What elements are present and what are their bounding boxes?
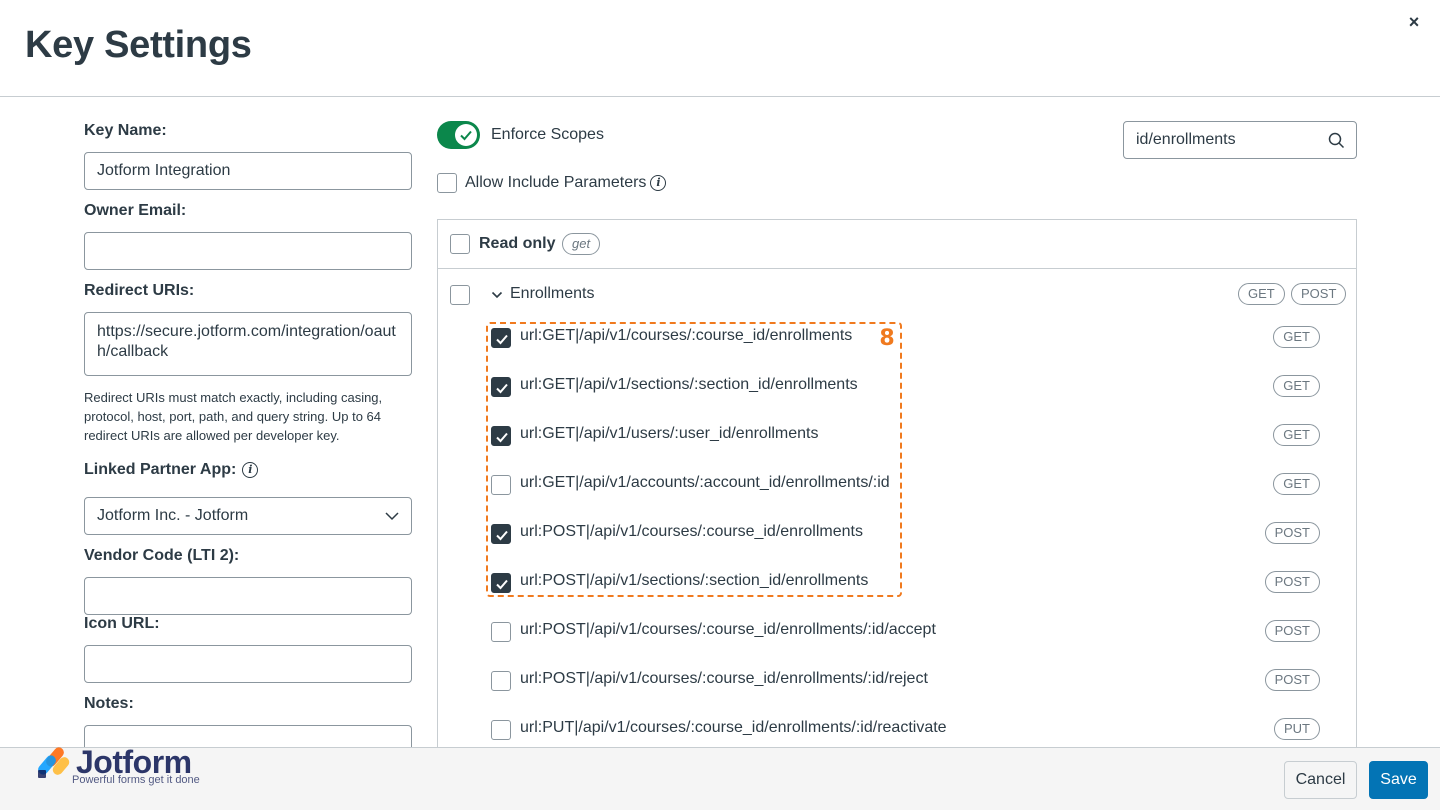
scope-method-pill: PUT [1274, 718, 1320, 740]
scope-checkbox[interactable] [491, 622, 511, 642]
close-icon[interactable]: × [1404, 12, 1424, 32]
modal-title: Key Settings [25, 24, 252, 66]
scope-method-pill: POST [1264, 669, 1320, 691]
save-button[interactable]: Save [1369, 761, 1428, 799]
vendor-code-label: Vendor Code (LTI 2): [84, 547, 240, 564]
cancel-button[interactable]: Cancel [1284, 761, 1357, 799]
redirect-uris-label: Redirect URIs: [84, 282, 195, 299]
read-only-row: Read only get [438, 220, 1356, 269]
chevron-down-icon[interactable] [491, 289, 503, 301]
vendor-code-input[interactable] [84, 577, 412, 615]
scope-method-pill: GET [1273, 424, 1320, 446]
group-pill-get: GET [1238, 283, 1285, 305]
scope-method-pill: GET [1273, 326, 1320, 348]
scope-label: url:POST|/api/v1/courses/:course_id/enro… [520, 670, 928, 687]
allow-include-checkbox[interactable] [437, 173, 457, 193]
jotform-logo-icon [38, 747, 70, 778]
enrollments-group-checkbox[interactable] [450, 285, 470, 305]
linked-partner-label: Linked Partner App: i [84, 461, 259, 479]
annotation-number: 8 [879, 326, 895, 351]
scope-method-pill: POST [1264, 620, 1320, 642]
scope-search-value: id/enrollments [1136, 131, 1236, 148]
key-name-input[interactable]: Jotform Integration [84, 152, 412, 190]
linked-partner-value: Jotform Inc. - Jotform [97, 507, 249, 524]
allow-include-label: Allow Include Parameters i [465, 174, 667, 192]
enrollments-group-label[interactable]: Enrollments [510, 285, 594, 303]
redirect-uris-help: Redirect URIs must match exactly, includ… [84, 390, 383, 443]
scope-search-input[interactable]: id/enrollments [1123, 121, 1357, 159]
group-pill-post: POST [1291, 283, 1347, 305]
key-name-label: Key Name: [84, 122, 167, 139]
linked-partner-select[interactable]: Jotform Inc. - Jotform [84, 497, 412, 535]
owner-email-label: Owner Email: [84, 202, 187, 219]
search-icon[interactable] [1328, 132, 1345, 149]
logo-tagline: Powerful forms get it done [72, 774, 200, 786]
scope-method-pill: GET [1273, 473, 1320, 495]
enforce-scopes-label: Enforce Scopes [491, 126, 604, 143]
scope-label: url:POST|/api/v1/courses/:course_id/enro… [520, 621, 936, 638]
scope-checkbox[interactable] [491, 720, 511, 740]
scope-label: url:PUT|/api/v1/courses/:course_id/enrol… [520, 719, 947, 736]
allow-include-text: Allow Include Parameters [465, 174, 647, 191]
modal-header: Key Settings × [0, 0, 1440, 97]
scope-method-pill: GET [1273, 375, 1320, 397]
read-only-label: Read only [479, 235, 556, 252]
checkmark-icon [460, 130, 472, 141]
info-icon[interactable]: i [242, 461, 259, 478]
chevron-down-icon [385, 512, 399, 521]
annotation-highlight-box [486, 322, 902, 597]
owner-email-input[interactable] [84, 232, 412, 270]
icon-url-input[interactable] [84, 645, 412, 683]
read-only-checkbox[interactable] [450, 234, 470, 254]
scope-method-pill: POST [1264, 571, 1320, 593]
scope-method-pill: POST [1264, 522, 1320, 544]
enforce-scopes-toggle[interactable] [437, 121, 480, 149]
jotform-logo: Jotform Powerful forms get it done [38, 744, 218, 794]
read-only-pill: get [562, 233, 601, 255]
scope-checkbox[interactable] [491, 671, 511, 691]
info-icon[interactable]: i [650, 174, 667, 191]
icon-url-label: Icon URL: [84, 615, 160, 632]
toggle-knob [455, 124, 477, 146]
redirect-uris-textarea[interactable]: https://secure.jotform.com/integration/o… [84, 312, 412, 376]
notes-label: Notes: [84, 695, 134, 712]
linked-partner-label-text: Linked Partner App: [84, 461, 237, 478]
